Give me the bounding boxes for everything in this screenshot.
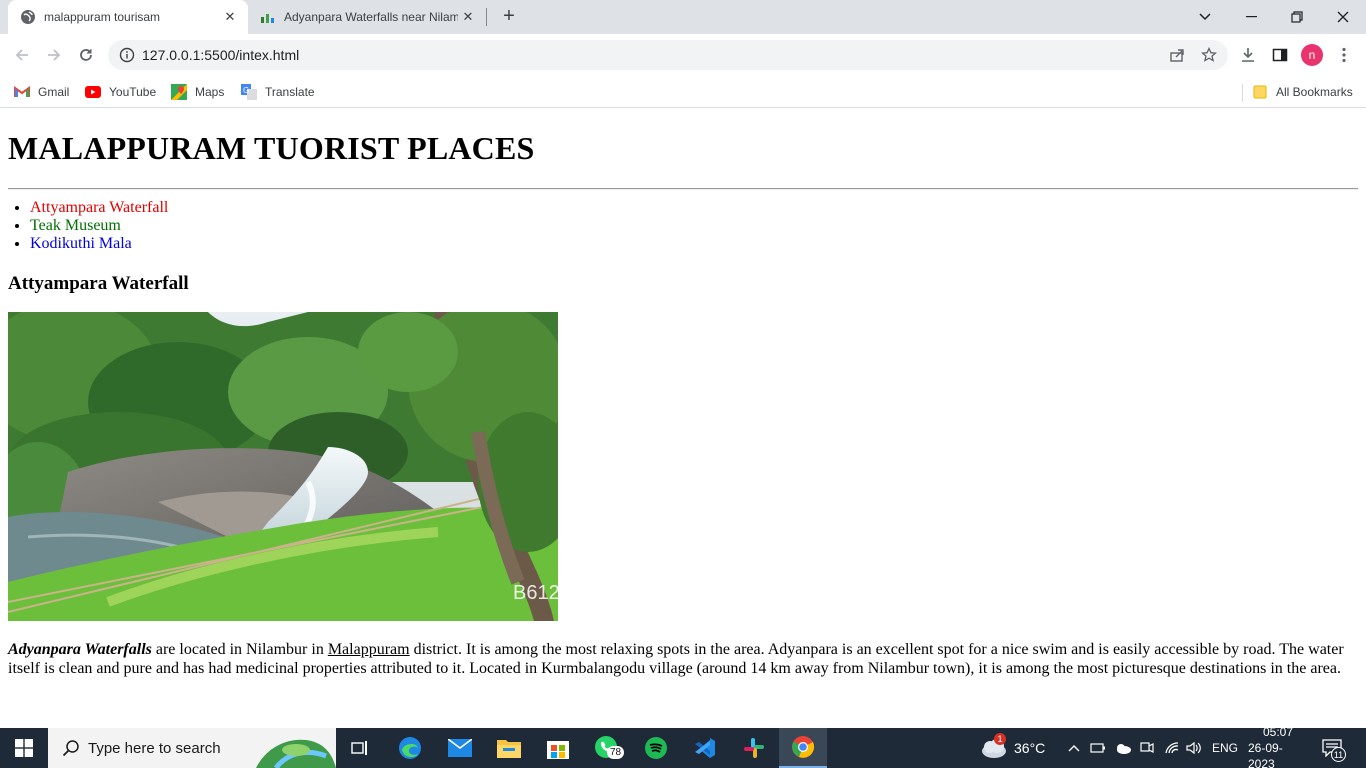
clock-time: 05:07 bbox=[1262, 725, 1294, 739]
all-bookmarks-button[interactable]: All Bookmarks bbox=[1252, 82, 1353, 102]
notification-center-icon[interactable]: 11 bbox=[1322, 728, 1346, 768]
description-paragraph: Adyanpara Waterfalls are located in Nila… bbox=[8, 640, 1358, 678]
chrome-icon[interactable] bbox=[779, 728, 827, 768]
search-highlight-illustration-icon bbox=[256, 728, 336, 768]
bookmarks-separator bbox=[1242, 84, 1243, 102]
battery-icon[interactable] bbox=[1090, 728, 1106, 768]
language-indicator[interactable]: ENG bbox=[1212, 728, 1238, 768]
section-title: Attyampara Waterfall bbox=[8, 273, 189, 294]
windows-logo-icon bbox=[15, 739, 33, 757]
microsoft-store-icon[interactable] bbox=[534, 728, 582, 768]
browser-toolbar: 127.0.0.1:5500/intex.html n bbox=[0, 34, 1366, 76]
bookmark-label: Translate bbox=[265, 85, 315, 99]
tab-adyanpara-waterfalls[interactable]: Adyanpara Waterfalls near Nilam ✕ bbox=[250, 0, 486, 34]
taskbar-search-box[interactable]: Type here to search bbox=[48, 728, 336, 768]
site-favicon-icon bbox=[260, 9, 276, 25]
place-item-teak-museum: Teak Museum bbox=[30, 217, 168, 235]
bookmarks-bar: Gmail YouTube Maps G Translate All Bookm… bbox=[0, 76, 1366, 108]
gmail-icon bbox=[14, 84, 30, 100]
weather-alert-badge: 1 bbox=[994, 733, 1006, 745]
weather-cloud-icon: 1 bbox=[980, 733, 1008, 759]
minimize-button[interactable] bbox=[1228, 0, 1274, 34]
tab-separator bbox=[486, 8, 487, 26]
clock[interactable]: 05:07 26-09-2023 bbox=[1248, 725, 1308, 768]
all-bookmarks-label: All Bookmarks bbox=[1276, 85, 1353, 99]
tab-malappuram-tourisam[interactable]: malappuram tourisam ✕ bbox=[8, 0, 248, 34]
horizontal-rule bbox=[8, 188, 1358, 190]
page-heading: MALAPPURAM TUORIST PLACES bbox=[8, 130, 535, 166]
restore-button[interactable] bbox=[1274, 0, 1320, 34]
file-explorer-icon[interactable] bbox=[485, 728, 533, 768]
temperature-label: 36°C bbox=[1014, 740, 1046, 756]
wifi-icon[interactable] bbox=[1164, 728, 1180, 768]
tab-title: Adyanpara Waterfalls near Nilam bbox=[284, 10, 458, 24]
folder-icon bbox=[1252, 84, 1268, 100]
back-button[interactable] bbox=[8, 41, 36, 69]
slack-icon[interactable] bbox=[730, 728, 778, 768]
description-lead: Adyanpara Waterfalls bbox=[8, 641, 152, 658]
youtube-icon bbox=[85, 84, 101, 100]
edge-icon[interactable] bbox=[386, 728, 434, 768]
globe-icon bbox=[20, 9, 36, 25]
bookmark-label: YouTube bbox=[109, 85, 157, 99]
bookmark-translate[interactable]: G Translate bbox=[241, 82, 315, 102]
forward-button[interactable] bbox=[40, 41, 68, 69]
search-icon bbox=[62, 739, 80, 757]
description-text-1: are located in Nilambur in bbox=[151, 641, 328, 658]
clock-date: 26-09-2023 bbox=[1248, 741, 1283, 768]
whatsapp-unread-badge: 78 bbox=[607, 746, 625, 759]
tab-search-icon[interactable] bbox=[1182, 0, 1228, 34]
start-button[interactable] bbox=[0, 728, 48, 768]
bookmark-star-icon[interactable] bbox=[1194, 40, 1224, 70]
bookmark-gmail[interactable]: Gmail bbox=[14, 82, 69, 102]
share-icon[interactable] bbox=[1162, 40, 1192, 70]
close-window-button[interactable] bbox=[1320, 0, 1366, 34]
malappuram-link[interactable]: Malappuram bbox=[328, 641, 410, 658]
site-info-icon[interactable] bbox=[112, 47, 142, 63]
web-page: MALAPPURAM TUORIST PLACES Attyampara Wat… bbox=[0, 109, 1366, 728]
weather-widget[interactable]: 1 36°C bbox=[980, 728, 1045, 768]
profile-avatar[interactable]: n bbox=[1301, 44, 1323, 66]
bookmark-maps[interactable]: Maps bbox=[171, 82, 224, 102]
show-hidden-icons-chevron-icon[interactable] bbox=[1068, 728, 1080, 768]
url-text: 127.0.0.1:5500/intex.html bbox=[142, 47, 300, 63]
waterfall-photo: B612 bbox=[8, 312, 558, 621]
mail-icon[interactable] bbox=[436, 728, 484, 768]
spotify-icon[interactable] bbox=[632, 728, 680, 768]
whatsapp-icon[interactable]: 78 bbox=[583, 728, 631, 768]
notification-count-badge: 11 bbox=[1331, 747, 1346, 762]
place-label: Attyampara Waterfall bbox=[30, 199, 169, 216]
translate-icon: G bbox=[241, 84, 257, 100]
place-label: Kodikuthi Mala bbox=[30, 235, 132, 252]
close-tab-icon[interactable]: ✕ bbox=[458, 7, 478, 27]
close-tab-icon[interactable]: ✕ bbox=[220, 7, 240, 27]
download-icon[interactable] bbox=[1234, 41, 1262, 69]
reload-button[interactable] bbox=[72, 41, 100, 69]
vscode-icon[interactable] bbox=[681, 728, 729, 768]
side-panel-icon[interactable] bbox=[1266, 41, 1294, 69]
bookmark-youtube[interactable]: YouTube bbox=[85, 82, 156, 102]
menu-kebab-icon[interactable] bbox=[1330, 41, 1358, 69]
svg-text:G: G bbox=[243, 86, 249, 95]
meet-now-icon[interactable] bbox=[1140, 728, 1154, 768]
tab-title: malappuram tourisam bbox=[44, 10, 161, 24]
place-label: Teak Museum bbox=[30, 217, 121, 234]
onedrive-cloud-icon[interactable] bbox=[1114, 728, 1132, 768]
bookmark-label: Gmail bbox=[38, 85, 70, 99]
place-item-kodikuthi-mala: Kodikuthi Mala bbox=[30, 235, 168, 253]
volume-icon[interactable] bbox=[1186, 728, 1202, 768]
tab-strip: malappuram tourisam ✕ Adyanpara Waterfal… bbox=[0, 0, 1366, 34]
maps-icon bbox=[171, 84, 187, 100]
image-watermark: B612 bbox=[513, 582, 558, 604]
windows-taskbar: Type here to search 78 1 36°C ENG 05:07 … bbox=[0, 725, 1366, 768]
task-view-icon[interactable] bbox=[336, 728, 384, 768]
place-item-attyampara: Attyampara Waterfall bbox=[30, 199, 168, 217]
new-tab-button[interactable]: + bbox=[498, 5, 520, 27]
places-list: Attyampara Waterfall Teak Museum Kodikut… bbox=[8, 199, 168, 253]
search-placeholder: Type here to search bbox=[88, 739, 221, 757]
bookmark-label: Maps bbox=[195, 85, 225, 99]
address-bar[interactable]: 127.0.0.1:5500/intex.html bbox=[108, 40, 1228, 70]
